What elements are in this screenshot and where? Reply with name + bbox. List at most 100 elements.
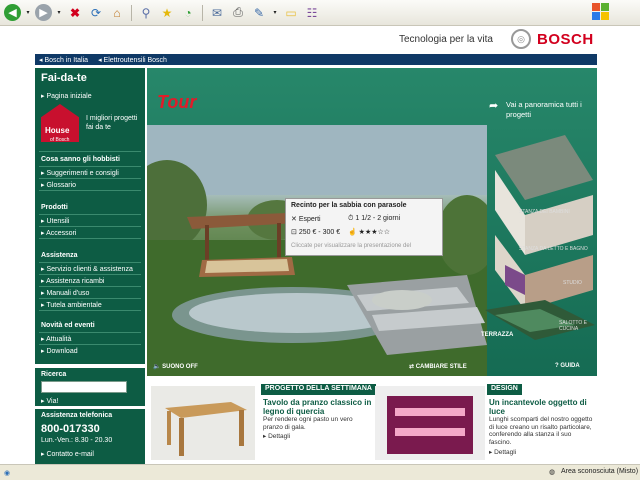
top-nav-bar: ◂ Bosch in Italia ◂ Elettroutensili Bosc…	[35, 54, 597, 65]
globe-icon: ◍	[549, 469, 556, 476]
dropdown-arrow-icon[interactable]: ▾	[271, 4, 279, 22]
tooltip-title: Recinto per la sabbia con parasole	[291, 202, 407, 209]
tooltip-cost: ⊡ 250 € - 300 €	[291, 229, 341, 236]
bottom-promos: PROGETTO DELLA SETTIMANA Tavolo da pranz…	[147, 378, 597, 464]
divider	[39, 298, 141, 299]
search-title: Ricerca	[41, 371, 67, 378]
toolbar-separator	[131, 4, 132, 21]
sidebar-link-home[interactable]: ▸ Pagina iniziale	[41, 92, 92, 100]
sidebar-link-utensili[interactable]: ▸ Utensili	[41, 217, 69, 225]
search-go-link[interactable]: ▸ Via!	[41, 397, 58, 405]
mail-icon[interactable]: ✉	[208, 4, 226, 22]
room-label[interactable]: TERRAZZA	[481, 332, 513, 338]
contact-email-link[interactable]: ▸ Contatto e-mail	[41, 450, 94, 458]
home-icon[interactable]: ⌂	[108, 4, 126, 22]
discuss-icon[interactable]: ▭	[282, 4, 300, 22]
tour-controls: 🔈 SUONO OFF ⇄ CAMBIARE STILE ? GUIDA	[147, 360, 597, 376]
promo-title-right[interactable]: Un incantevole oggetto di luce	[489, 398, 593, 416]
section-title-prodotti: Prodotti	[41, 204, 68, 211]
status-bar: ◉ ◍ Area sconosciuta (Misto)	[0, 464, 640, 480]
messenger-icon[interactable]: ☷	[303, 4, 321, 22]
tooltip-hint: Cliccate per visualizzare la presentazio…	[291, 243, 412, 249]
browser-toolbar: ◀ ▾ ▶ ▾ ✖ ⟳ ⌂ ⚲ ★ ◔ ✉ ⎙ ✎ ▾ ▭ ☷	[0, 0, 640, 26]
sidebar-title: Fai-da-te	[41, 72, 87, 84]
divider	[39, 190, 141, 191]
tour-panel: Tour ➦ Vai a panoramica tutti i progetti	[147, 68, 597, 376]
edit-icon[interactable]: ✎	[250, 4, 268, 22]
sidebar-link-glossario[interactable]: ▸ Glossario	[41, 181, 76, 189]
search-input[interactable]	[41, 381, 127, 393]
panorama-link[interactable]: Vai a panoramica tutti i progetti	[506, 100, 594, 120]
promo-text-left: Per rendere ogni pasto un vero pranzo di…	[263, 416, 353, 431]
sidebar-link-attualita[interactable]: ▸ Attualità	[41, 335, 71, 343]
tooltip-time: ⏱ 1 1/2 - 2 giorni	[348, 215, 401, 222]
hand-icon: ☝	[348, 229, 357, 236]
sidebar-gap	[35, 406, 145, 409]
room-label[interactable]: STANZA DEI BAMBINI	[519, 209, 570, 215]
section-title-novita: Novità ed eventi	[41, 322, 95, 329]
page-header: Tecnologia per la vita ◎ BOSCH	[0, 26, 640, 54]
arrow-right-icon: ➦	[489, 100, 499, 112]
sidebar: Fai-da-te ▸ Pagina iniziale House of Bos…	[35, 68, 145, 464]
print-icon[interactable]: ⎙	[229, 4, 247, 22]
history-icon[interactable]: ◔	[179, 4, 197, 22]
details-link-left[interactable]: ▸ Dettagli	[263, 433, 290, 441]
divider	[39, 274, 141, 275]
promo-text-right: Lunghi scomparti del nostro oggetto di l…	[489, 416, 593, 446]
divider	[39, 344, 141, 345]
tooltip-level: ✕ Esperti	[291, 216, 321, 223]
refresh-icon[interactable]: ⟳	[87, 4, 105, 22]
tour-heading: Tour	[157, 92, 197, 112]
ie-page-icon: ◉	[4, 469, 11, 477]
sidebar-link-servizio[interactable]: ▸ Servizio clienti & assistenza	[41, 265, 133, 273]
tagline: Tecnologia per la vita	[399, 34, 493, 45]
favorites-star-icon[interactable]: ★	[158, 4, 176, 22]
phone-hours: Lun.-Ven.: 8.30 - 20.30	[41, 437, 113, 444]
windows-logo-icon	[592, 3, 610, 21]
divider	[39, 238, 141, 239]
section-title-assistenza: Assistenza	[41, 252, 78, 259]
stop-icon[interactable]: ✖	[66, 4, 84, 22]
forward-arrow-icon[interactable]: ▶	[35, 4, 52, 21]
nav-link-elettroutensili[interactable]: ◂ Elettroutensili Bosch	[98, 56, 167, 64]
search-icon[interactable]: ⚲	[137, 4, 155, 22]
change-style-button[interactable]: ⇄ CAMBIARE STILE	[409, 363, 467, 370]
dropdown-arrow-icon[interactable]: ▾	[24, 4, 32, 22]
category-badge: PROGETTO DELLA SETTIMANA	[261, 384, 376, 395]
room-label[interactable]: STUDIO	[563, 280, 582, 286]
sidebar-link-manuali[interactable]: ▸ Manuali d'uso	[41, 289, 89, 297]
tools-icon: ✕	[291, 216, 297, 223]
table-product-image[interactable]	[151, 386, 255, 460]
guide-button[interactable]: ? GUIDA	[555, 363, 580, 369]
divider	[39, 226, 141, 227]
sidebar-link-suggerimenti[interactable]: ▸ Suggerimenti e consigli	[41, 169, 119, 177]
divider	[39, 310, 141, 311]
divider	[39, 178, 141, 179]
divider	[39, 332, 141, 333]
bosch-armature-logo-icon[interactable]: ◎	[511, 29, 531, 49]
room-label[interactable]: STANZA DA LETTO E BAGNO	[519, 246, 588, 252]
promo-title-left[interactable]: Tavolo da pranzo classico in legno di qu…	[263, 398, 373, 416]
light-object-image[interactable]	[375, 386, 485, 460]
sound-off-button[interactable]: 🔈 SUONO OFF	[153, 363, 198, 370]
divider	[39, 262, 141, 263]
bosch-logo[interactable]: BOSCH	[537, 31, 594, 48]
sidebar-link-accessori[interactable]: ▸ Accessori	[41, 229, 76, 237]
nav-link-bosch-italia[interactable]: ◂ Bosch in Italia	[39, 56, 88, 64]
sidebar-link-download[interactable]: ▸ Download	[41, 347, 78, 355]
web-page: Tecnologia per la vita ◎ BOSCH ◂ Bosch i…	[0, 26, 640, 464]
back-arrow-icon[interactable]: ◀	[4, 4, 21, 21]
room-label[interactable]: SALOTTO E CUCINA	[559, 320, 597, 332]
sidebar-link-ricambi[interactable]: ▸ Assistenza ricambi	[41, 277, 104, 285]
phone-number: 800-017330	[41, 423, 100, 435]
sidebar-link-ambiente[interactable]: ▸ Tutela ambientale	[41, 301, 102, 309]
divider	[39, 286, 141, 287]
divider	[39, 151, 141, 152]
divider	[39, 166, 141, 167]
dropdown-arrow-icon[interactable]: ▾	[55, 4, 63, 22]
tooltip-rating: ☝ ★★★☆☆	[348, 229, 391, 236]
project-tooltip[interactable]: Recinto per la sabbia con parasole ✕ Esp…	[285, 198, 443, 256]
security-zone-label: Area sconosciuta (Misto)	[561, 468, 639, 475]
promo-text[interactable]: I migliori progetti fai da te	[86, 114, 138, 132]
details-link-right[interactable]: ▸ Dettagli	[489, 449, 516, 457]
